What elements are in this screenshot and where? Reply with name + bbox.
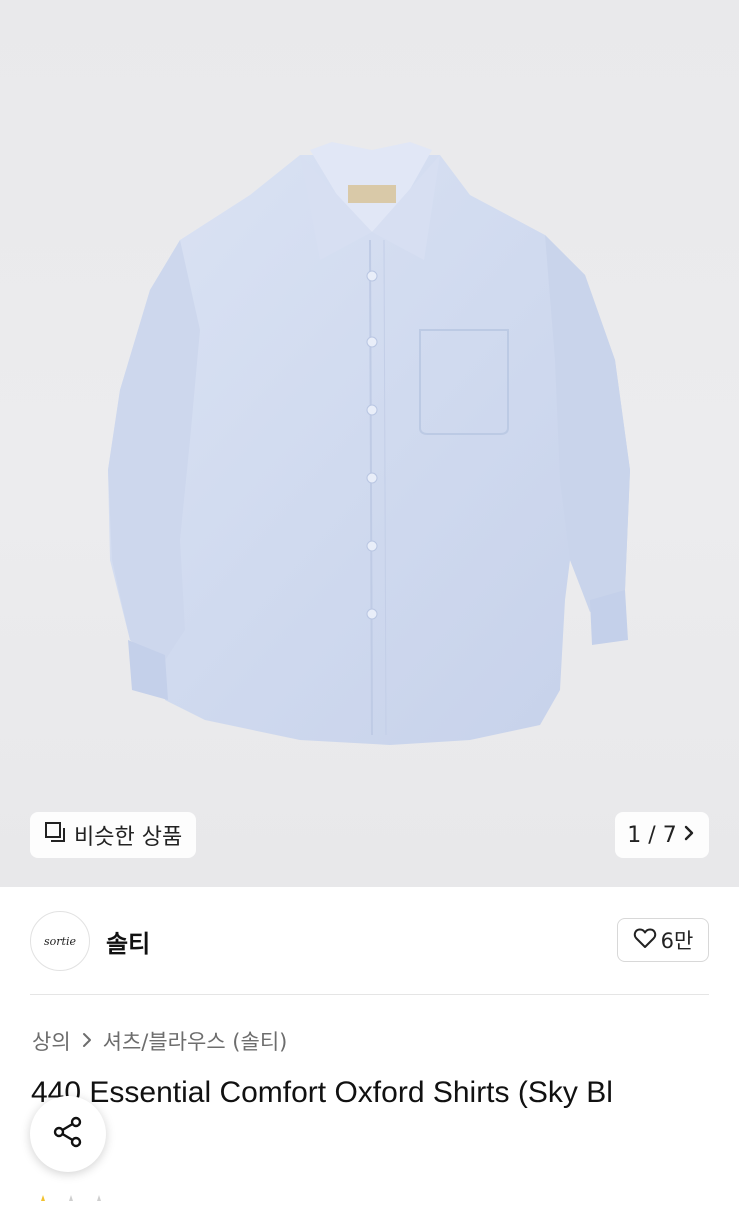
similar-items-label: 비슷한 상품 [74,825,183,850]
chevron-right-icon [681,823,697,848]
seller-row[interactable]: sortie 솔티 6만 [30,910,709,972]
share-icon [51,1115,85,1153]
rating-stars [36,1190,106,1204]
breadcrumb-subcategory[interactable]: 셔츠/블라우스 (솔티) [103,1026,288,1056]
star-icon [64,1190,78,1204]
breadcrumb-category[interactable]: 상의 [32,1026,71,1056]
breadcrumb: 상의 셔츠/블라우스 (솔티) [32,1026,287,1056]
image-counter[interactable]: 1 / 7 [615,812,709,858]
star-icon [36,1190,50,1204]
like-count: 6만 [660,929,694,953]
seller-logo[interactable]: sortie [30,911,90,971]
product-title: 440 Essential Comfort Oxford Shirts (Sky… [31,1076,613,1109]
similar-items-icon [44,821,66,849]
like-button[interactable]: 6만 [617,918,709,962]
seller-name[interactable]: 솔티 [106,924,150,959]
divider [30,994,709,995]
product-image [108,142,630,745]
heart-icon [633,927,657,954]
product-image-gallery[interactable]: 비슷한 상품 1 / 7 [0,0,739,887]
image-counter-text: 1 / 7 [627,822,677,848]
share-button[interactable] [30,1096,106,1172]
seller-logo-text: sortie [44,934,76,948]
chevron-right-icon [81,1029,93,1053]
star-icon [92,1190,106,1204]
similar-items-button[interactable]: 비슷한 상품 [30,812,197,858]
